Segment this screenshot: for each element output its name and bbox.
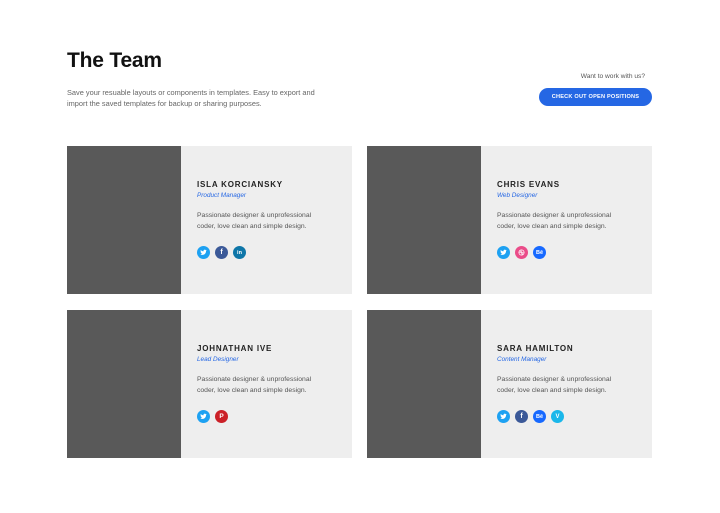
linkedin-glyph: in [237, 249, 242, 256]
facebook-icon[interactable]: f [515, 410, 528, 423]
twitter-icon[interactable] [497, 246, 510, 259]
vimeo-icon[interactable]: V [551, 410, 564, 423]
pinterest-icon[interactable]: P [215, 410, 228, 423]
member-role: Lead Designer [197, 356, 239, 363]
dribbble-icon[interactable] [515, 246, 528, 259]
member-bio: Passionate designer & unprofessional cod… [197, 212, 312, 230]
facebook-glyph: f [520, 413, 523, 420]
social-links: f Bē V [497, 410, 627, 423]
member-role: Product Manager [197, 192, 247, 199]
social-links: P [197, 410, 327, 423]
team-card: JOHNATHAN IVE Lead Designer Passionate d… [67, 310, 352, 458]
page-title: The Team [67, 49, 162, 72]
social-links: f in [197, 246, 327, 259]
behance-icon[interactable]: Bē [533, 246, 546, 259]
member-photo [67, 310, 181, 458]
pinterest-glyph: P [219, 413, 224, 420]
member-role: Web Designer [497, 192, 538, 199]
member-bio: Passionate designer & unprofessional cod… [197, 376, 312, 394]
card-body: JOHNATHAN IVE Lead Designer Passionate d… [181, 310, 327, 458]
facebook-icon[interactable]: f [215, 246, 228, 259]
behance-glyph: Bē [535, 249, 544, 256]
linkedin-icon[interactable]: in [233, 246, 246, 259]
member-photo [367, 310, 481, 458]
member-bio: Passionate designer & unprofessional cod… [497, 212, 612, 230]
member-bio: Passionate designer & unprofessional cod… [497, 376, 612, 394]
twitter-icon[interactable] [197, 410, 210, 423]
open-positions-button[interactable]: CHECK OUT OPEN POSITIONS [539, 88, 652, 106]
facebook-glyph: f [220, 249, 223, 256]
behance-glyph: Bē [535, 413, 544, 420]
card-body: CHRIS EVANS Web Designer Passionate desi… [481, 146, 627, 294]
behance-icon[interactable]: Bē [533, 410, 546, 423]
member-photo [367, 146, 481, 294]
member-name: JOHNATHAN IVE [197, 344, 273, 353]
team-card: ISLA KORCIANSKY Product Manager Passiona… [67, 146, 352, 294]
twitter-icon[interactable] [497, 410, 510, 423]
team-card: SARA HAMILTON Content Manager Passionate… [367, 310, 652, 458]
member-name: CHRIS EVANS [497, 180, 560, 189]
member-name: ISLA KORCIANSKY [197, 180, 283, 189]
vimeo-glyph: V [555, 413, 560, 420]
member-photo [67, 146, 181, 294]
cta-prompt: Want to work with us? [580, 73, 645, 80]
card-body: SARA HAMILTON Content Manager Passionate… [481, 310, 627, 458]
page-subtitle: Save your resuable layouts or components… [67, 88, 315, 108]
member-name: SARA HAMILTON [497, 344, 574, 353]
member-role: Content Manager [497, 356, 547, 363]
twitter-icon[interactable] [197, 246, 210, 259]
social-links: Bē [497, 246, 627, 259]
card-body: ISLA KORCIANSKY Product Manager Passiona… [181, 146, 327, 294]
team-card: CHRIS EVANS Web Designer Passionate desi… [367, 146, 652, 294]
